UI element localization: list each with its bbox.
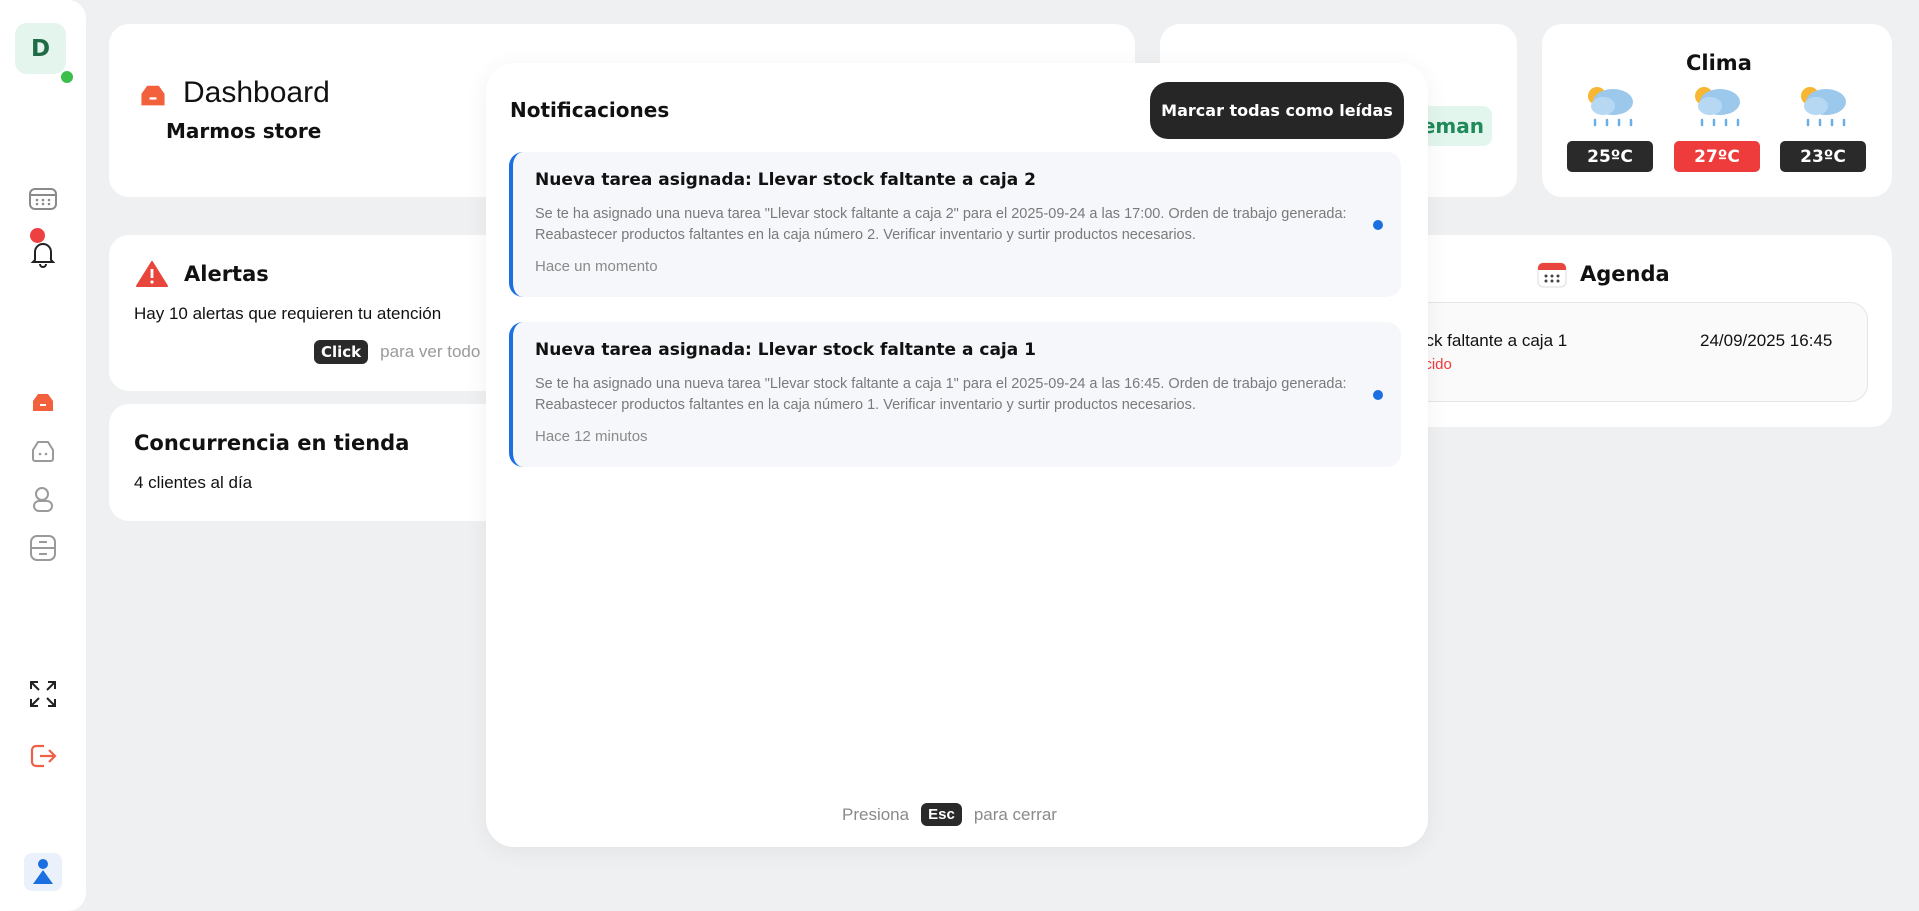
- home-icon[interactable]: [25, 384, 61, 420]
- alerts-link-row: Click para ver todo: [314, 340, 480, 364]
- close-hint: Presiona Esc para cerrar: [842, 803, 1057, 826]
- bag-icon[interactable]: [25, 433, 61, 469]
- page-title: Dashboard: [183, 76, 330, 109]
- notification-badge: [30, 228, 45, 243]
- alerts-summary: Hay 10 alertas que requieren tu atención: [134, 304, 442, 323]
- calendar-icon[interactable]: [25, 181, 61, 217]
- agenda-item[interactable]: [1400, 302, 1868, 402]
- agenda-item-title: ock faltante a caja 1: [1416, 331, 1568, 350]
- fullscreen-icon[interactable]: [25, 676, 61, 712]
- alerts-title: Alertas: [184, 262, 269, 286]
- online-status-dot: [59, 69, 75, 85]
- weather-title: Clima: [1686, 51, 1752, 75]
- see-all-text: para ver todo: [380, 342, 481, 361]
- unread-dot: [1373, 390, 1383, 400]
- dashboard-home-icon: [138, 82, 168, 112]
- temperature-badge: 23ºC: [1780, 141, 1866, 172]
- concurrency-value: 4 clientes al día: [134, 473, 253, 492]
- logout-icon[interactable]: [25, 738, 61, 774]
- esc-key-badge: Esc: [921, 803, 962, 826]
- concurrency-card: [109, 404, 549, 521]
- warning-icon: [135, 260, 169, 292]
- unread-dot: [1373, 220, 1383, 230]
- users-icon[interactable]: [25, 482, 61, 518]
- bell-icon[interactable]: [25, 236, 61, 272]
- avatar[interactable]: D: [15, 23, 66, 74]
- concurrency-title: Concurrencia en tienda: [134, 431, 410, 455]
- rain-cloud-icon: [1792, 80, 1852, 136]
- notifications-title: Notificaciones: [510, 98, 670, 122]
- close-hint-press: Presiona: [842, 804, 910, 824]
- click-badge[interactable]: Click: [314, 340, 369, 364]
- notification-item[interactable]: Nueva tarea asignada: Llevar stock falta…: [509, 322, 1401, 467]
- notification-title: Nueva tarea asignada: Llevar stock falta…: [535, 340, 1036, 360]
- store-name: Marmos store: [166, 119, 322, 143]
- calendar-icon: [1537, 261, 1567, 293]
- sidebar: D: [0, 0, 86, 911]
- notification-item[interactable]: Nueva tarea asignada: Llevar stock falta…: [509, 152, 1401, 297]
- notification-time: Hace un momento: [535, 258, 658, 275]
- temperature-badge: 25ºC: [1567, 141, 1653, 172]
- notification-body: Se te ha asignado una nueva tarea "Lleva…: [535, 206, 1347, 243]
- notification-body: Se te ha asignado una nueva tarea "Lleva…: [535, 376, 1347, 413]
- rain-cloud-icon: [1579, 80, 1639, 136]
- agenda-item-date: 24/09/2025 16:45: [1700, 331, 1833, 350]
- rain-cloud-icon: [1686, 80, 1746, 136]
- notification-time: Hace 12 minutos: [535, 428, 648, 445]
- mark-all-read-button[interactable]: Marcar todas como leídas: [1150, 82, 1404, 139]
- close-hint-close: para cerrar: [973, 804, 1057, 824]
- archive-icon[interactable]: [25, 530, 61, 566]
- brand-logo-icon: [24, 853, 62, 891]
- agenda-title: Agenda: [1580, 262, 1670, 286]
- notification-title: Nueva tarea asignada: Llevar stock falta…: [535, 170, 1036, 190]
- temperature-badge: 27ºC: [1674, 141, 1760, 172]
